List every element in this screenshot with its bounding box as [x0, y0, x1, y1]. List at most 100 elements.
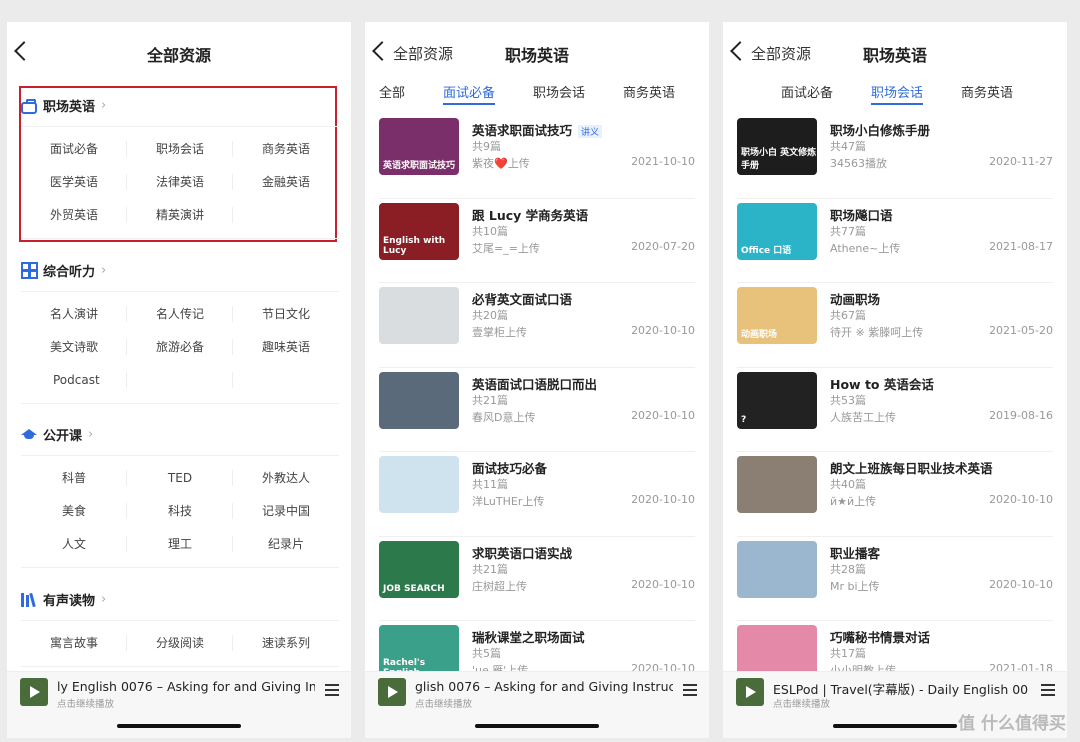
course-list: 英语求职面试技巧 英语求职面试技巧 讲义 共9篇 紫夜❤️上传 2021-10-10 Eng…	[379, 114, 695, 706]
category-item[interactable]: 分级阅读	[127, 627, 233, 660]
category-item[interactable]: 理工	[127, 528, 233, 561]
category-item[interactable]: 节日文化	[233, 298, 339, 331]
category-item[interactable]: 趣味英语	[233, 331, 339, 364]
tab-interview[interactable]: 面试必备	[443, 82, 496, 105]
upload-date: 2020-10-10	[631, 408, 695, 422]
tab-bar: 全部 面试必备 职场会话 商务英语	[365, 80, 709, 105]
tab-workplace-talk[interactable]: 职场会话	[871, 82, 924, 105]
category-item[interactable]: 美文诗歌	[21, 331, 127, 364]
list-item[interactable]: JOB SEARCH 求职英语口语实战 共21篇 庄树超上传 2020-10-10	[379, 537, 695, 621]
category-grid: 科普 TED 外教达人 美食 科技 记录中国 人文 理工 纪录片	[21, 455, 339, 568]
uploader: Athene~上传	[830, 241, 901, 255]
category-item[interactable]: 面试必备	[21, 133, 127, 166]
play-icon[interactable]	[20, 678, 48, 706]
category-item[interactable]: 科普	[21, 462, 127, 495]
category-item[interactable]: 速读系列	[233, 627, 339, 660]
course-title: 朗文上班族每日职业技术英语	[830, 461, 993, 476]
course-thumbnail: ?	[737, 371, 817, 429]
upload-date: 2019-08-16	[989, 408, 1053, 422]
thumbnail-caption: Office 口语	[741, 245, 792, 256]
category-item[interactable]: 外教达人	[233, 462, 339, 495]
course-thumbnail: English with Lucy	[379, 202, 459, 260]
episode-count: 共20篇	[472, 309, 508, 322]
play-icon[interactable]	[378, 678, 406, 706]
tab-interview[interactable]: 面试必备	[781, 82, 833, 101]
uploader: 春风D意上传	[472, 410, 536, 424]
section-header[interactable]: 公开课 ›	[21, 423, 339, 445]
category-item[interactable]: Podcast	[21, 364, 127, 397]
watermark: 值 什么值得买	[958, 714, 1066, 734]
uploader: 待开 ※ 紫滕呵上传	[830, 326, 924, 339]
section-open-courses: 公开课 › 科普 TED 外教达人 美食 科技 记录中国 人文 理工 纪录片	[21, 423, 339, 568]
section-header[interactable]: 职场英语 ›	[21, 94, 339, 116]
category-grid: 面试必备 职场会话 商务英语 医学英语 法律英语 金融英语 外贸英语 精英演讲	[21, 126, 339, 239]
category-item[interactable]: 寓言故事	[21, 627, 127, 660]
category-item[interactable]: 商务英语	[233, 133, 339, 166]
play-icon[interactable]	[736, 678, 764, 706]
chevron-right-icon: ›	[88, 426, 94, 442]
category-item[interactable]: 人文	[21, 528, 127, 561]
category-item[interactable]: 记录中国	[233, 495, 339, 528]
category-item[interactable]: 名人传记	[127, 298, 233, 331]
list-item[interactable]: Office 口语 职场飚口语 共77篇 Athene~上传 2021-08-17	[737, 199, 1053, 283]
playlist-menu-icon[interactable]	[325, 684, 339, 696]
header: 全部资源 职场英语	[365, 36, 709, 72]
course-title: 跟 Lucy 学商务英语	[472, 207, 589, 223]
category-grid: 寓言故事 分级阅读 速读系列	[21, 620, 339, 667]
upload-date: 2020-10-10	[631, 493, 695, 506]
course-thumbnail	[379, 287, 459, 344]
player-subtitle: 点击继续播放	[57, 699, 115, 710]
mini-player[interactable]: ly English 0076 – Asking for and Giving …	[7, 671, 351, 738]
section-audiobooks: 有声读物 › 寓言故事 分级阅读 速读系列	[21, 588, 339, 667]
playlist-menu-icon[interactable]	[683, 684, 697, 696]
category-item[interactable]: 金融英语	[233, 166, 339, 199]
category-item[interactable]: 旅游必备	[127, 331, 233, 364]
mini-player[interactable]: glish 0076 – Asking for and Giving Instr…	[365, 671, 709, 738]
list-item[interactable]: 职业播客 共28篇 Mr bi上传 2020-10-10	[737, 537, 1053, 621]
list-item[interactable]: 英语面试口语脱口而出 共21篇 春风D意上传 2020-10-10	[379, 368, 695, 452]
tab-business[interactable]: 商务英语	[961, 82, 1013, 101]
list-item[interactable]: 朗文上班族每日职业技术英语 共40篇 й★й上传 2020-10-10	[737, 452, 1053, 537]
upload-date: 2020-10-10	[989, 493, 1053, 506]
category-item[interactable]: 纪录片	[233, 528, 339, 561]
section-header[interactable]: 有声读物 ›	[21, 588, 339, 610]
section-title: 综合听力	[43, 264, 96, 280]
list-item[interactable]: 职场小白 英文修炼手册 职场小白修炼手册 共47篇 34563播放 2020-11-27	[737, 114, 1053, 199]
playlist-menu-icon[interactable]	[1041, 684, 1055, 696]
list-item[interactable]: 动画职场 动画职场 共67篇 待开 ※ 紫滕呵上传 2021-05-20	[737, 283, 1053, 368]
books-icon	[21, 591, 37, 608]
tab-all[interactable]: 全部	[379, 82, 405, 101]
list-item[interactable]: ? How to 英语会话 共53篇 人族苦工上传 2019-08-16	[737, 368, 1053, 452]
list-item[interactable]: English with Lucy 跟 Lucy 学商务英语 共10篇 艾尾=_=上传…	[379, 199, 695, 283]
list-item[interactable]: 必背英文面试口语 共20篇 壹掌柜上传 2020-10-10	[379, 283, 695, 368]
category-item[interactable]: 名人演讲	[21, 298, 127, 331]
chevron-right-icon: ›	[101, 591, 107, 607]
category-item[interactable]: TED	[127, 462, 233, 495]
home-indicator	[117, 724, 241, 728]
category-grid: 名人演讲 名人传记 节日文化 美文诗歌 旅游必备 趣味英语 Podcast	[21, 291, 339, 404]
category-item[interactable]: 美食	[21, 495, 127, 528]
tab-bar: 面试必备 职场会话 商务英语	[723, 80, 1067, 105]
category-item[interactable]: 外贸英语	[21, 199, 127, 232]
page-title: 职场英语	[504, 46, 569, 65]
course-title: 英语面试口语脱口而出	[472, 376, 598, 392]
list-item[interactable]: 英语求职面试技巧 英语求职面试技巧 讲义 共9篇 紫夜❤️上传 2021-10-10	[379, 114, 695, 199]
section-workplace-english: 职场英语 › 面试必备 职场会话 商务英语 医学英语 法律英语 金融英语 外贸英…	[21, 94, 339, 239]
category-item[interactable]: 科技	[127, 495, 233, 528]
category-item[interactable]: 精英演讲	[127, 199, 233, 232]
thumbnail-caption: JOB SEARCH	[383, 583, 445, 594]
chevron-right-icon: ›	[101, 262, 107, 278]
tab-business[interactable]: 商务英语	[623, 82, 675, 101]
course-thumbnail: JOB SEARCH	[379, 540, 459, 598]
course-title: 英语求职面试技巧 讲义	[472, 120, 603, 139]
category-item[interactable]: 法律英语	[127, 166, 233, 199]
list-item[interactable]: 面试技巧必备 共11篇 洋LuTHEr上传 2020-10-10	[379, 452, 695, 537]
category-item[interactable]: 职场会话	[127, 133, 233, 166]
thumbnail-caption: 英语求职面试技巧	[383, 161, 456, 171]
tab-workplace-talk[interactable]: 职场会话	[533, 82, 585, 101]
category-item[interactable]: 医学英语	[21, 166, 127, 199]
course-thumbnail: Office 口语	[737, 202, 817, 260]
section-header[interactable]: 综合听力 ›	[21, 259, 339, 281]
upload-date: 2020-10-10	[631, 324, 695, 337]
course-thumbnail	[737, 540, 817, 598]
